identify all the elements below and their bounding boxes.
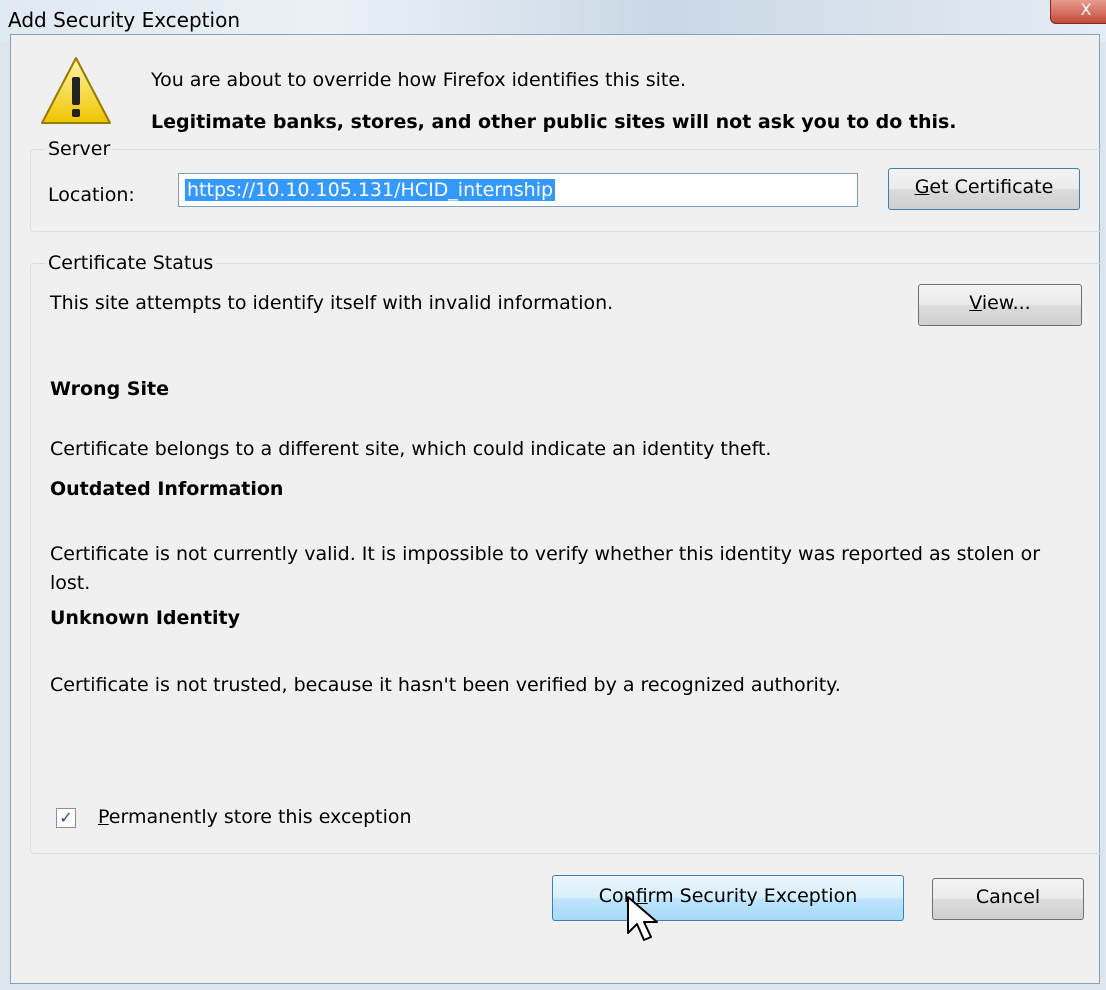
checkmark-icon: ✓ (59, 808, 73, 827)
permanent-store-label[interactable]: Permanently store this exception (98, 806, 412, 828)
server-legend: Server (48, 138, 111, 160)
view-button[interactable]: View... (918, 284, 1082, 326)
permanent-mnemonic: P (98, 806, 109, 828)
cancel-button[interactable]: Cancel (932, 878, 1084, 920)
permanent-label-text: ermanently store this exception (108, 806, 412, 828)
view-mnemonic: V (969, 292, 982, 314)
location-input[interactable]: https://10.10.105.131/HCID_internship (178, 173, 858, 207)
issue-title-outdated: Outdated Information (50, 478, 284, 500)
certificate-status-legend: Certificate Status (48, 252, 214, 274)
confirm-label-rest: irm Security Exception (647, 885, 858, 907)
view-label: iew... (981, 292, 1031, 314)
window-title: Add Security Exception (8, 8, 240, 32)
issue-text-outdated: Certificate is not currently valid. It i… (50, 543, 1041, 594)
issue-title-unknown: Unknown Identity (50, 607, 241, 629)
confirm-security-exception-button[interactable]: Confirm Security Exception (552, 875, 904, 921)
get-certificate-label: et Certificate (929, 176, 1054, 198)
issue-text-wrong-site: Certificate belongs to a different site,… (50, 438, 772, 460)
location-value: https://10.10.105.131/HCID_internship (185, 179, 556, 201)
issue-text-unknown: Certificate is not trusted, because it h… (50, 674, 841, 696)
close-button[interactable]: X (1050, 0, 1106, 24)
issue-title-wrong-site: Wrong Site (50, 378, 169, 400)
get-certificate-button[interactable]: Get Certificate (888, 168, 1080, 210)
warning-emphasis-text: Legitimate banks, stores, and other publ… (151, 111, 957, 133)
mouse-pointer-icon (627, 896, 658, 941)
warning-triangle-icon (41, 57, 111, 124)
permanent-store-checkbox[interactable]: ✓ (56, 808, 76, 828)
warning-text: You are about to override how Firefox id… (151, 69, 687, 91)
location-label: Location: (48, 184, 135, 206)
status-intro: This site attempts to identify itself wi… (50, 292, 614, 314)
close-icon: X (1080, 0, 1092, 19)
get-certificate-mnemonic: G (914, 176, 930, 198)
